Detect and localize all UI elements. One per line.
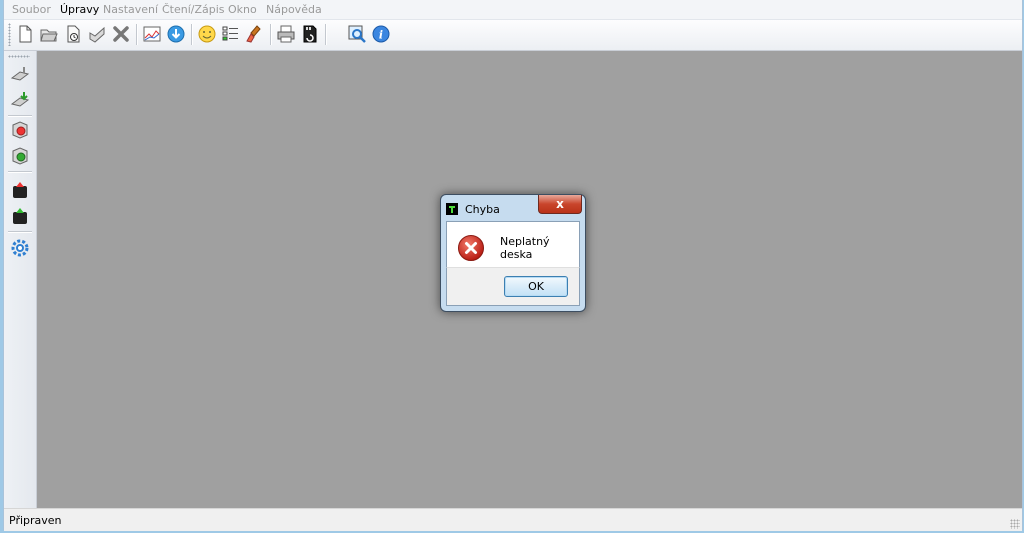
save-as-icon[interactable]: [86, 23, 108, 45]
app-logo-icon: [446, 203, 458, 215]
menu-edit[interactable]: Úpravy: [60, 3, 99, 16]
toolbar-separator: [8, 115, 32, 116]
simulator-icon[interactable]: [196, 23, 218, 45]
status-bar: Připraven: [4, 508, 1022, 531]
dialog-body: Neplatný deska: [446, 221, 580, 268]
menu-window[interactable]: Okno: [228, 3, 257, 16]
main-toolbar: i: [4, 20, 1022, 51]
read-backup-icon[interactable]: [9, 119, 31, 141]
svg-text:i: i: [379, 29, 383, 42]
error-icon: [457, 234, 485, 262]
settings-icon[interactable]: [9, 237, 31, 259]
sd-card-icon[interactable]: [299, 23, 321, 45]
menu-settings[interactable]: Nastavení: [103, 3, 158, 16]
toolbar-separator: [270, 24, 271, 45]
left-toolbar: [4, 51, 37, 508]
resize-grip[interactable]: [1010, 519, 1020, 529]
close-button[interactable]: x: [538, 195, 582, 214]
ok-button[interactable]: OK: [504, 276, 568, 297]
menu-bar: Soubor Úpravy Nastavení Čtení/Zápis Okno…: [4, 0, 1022, 20]
status-text: Připraven: [9, 514, 62, 527]
delete-icon[interactable]: [110, 23, 132, 45]
toolbar-separator: [191, 24, 192, 45]
read-models-icon[interactable]: [9, 63, 31, 85]
toolbar-separator: [8, 171, 32, 172]
toolbar-separator: [325, 24, 326, 45]
read-firmware-icon[interactable]: [9, 179, 31, 201]
toolbar-grip[interactable]: [8, 23, 11, 46]
menu-help[interactable]: Nápověda: [266, 3, 322, 16]
toolbar-separator: [8, 231, 32, 232]
preview-icon[interactable]: [346, 23, 368, 45]
menu-file[interactable]: Soubor: [12, 3, 51, 16]
menu-read-write[interactable]: Čtení/Zápis: [162, 3, 225, 16]
toolbar-grip[interactable]: [8, 55, 30, 58]
open-folder-icon[interactable]: [38, 23, 60, 45]
save-icon[interactable]: [62, 23, 84, 45]
model-list-icon[interactable]: [220, 23, 242, 45]
download-icon[interactable]: [165, 23, 187, 45]
write-models-icon[interactable]: [9, 89, 31, 111]
new-file-icon[interactable]: [14, 23, 36, 45]
write-backup-icon[interactable]: [9, 145, 31, 167]
logs-icon[interactable]: [141, 23, 163, 45]
about-icon[interactable]: i: [370, 23, 392, 45]
paint-icon[interactable]: [244, 23, 266, 45]
print-icon[interactable]: [275, 23, 297, 45]
write-firmware-icon[interactable]: [9, 205, 31, 227]
error-message: Neplatný deska: [500, 235, 550, 261]
toolbar-separator: [136, 24, 137, 45]
dialog-titlebar[interactable]: Chyba x: [441, 195, 585, 221]
error-dialog: Chyba x Neplatný deska OK: [440, 194, 586, 312]
dialog-footer: OK: [446, 267, 580, 306]
dialog-title: Chyba: [465, 203, 500, 216]
